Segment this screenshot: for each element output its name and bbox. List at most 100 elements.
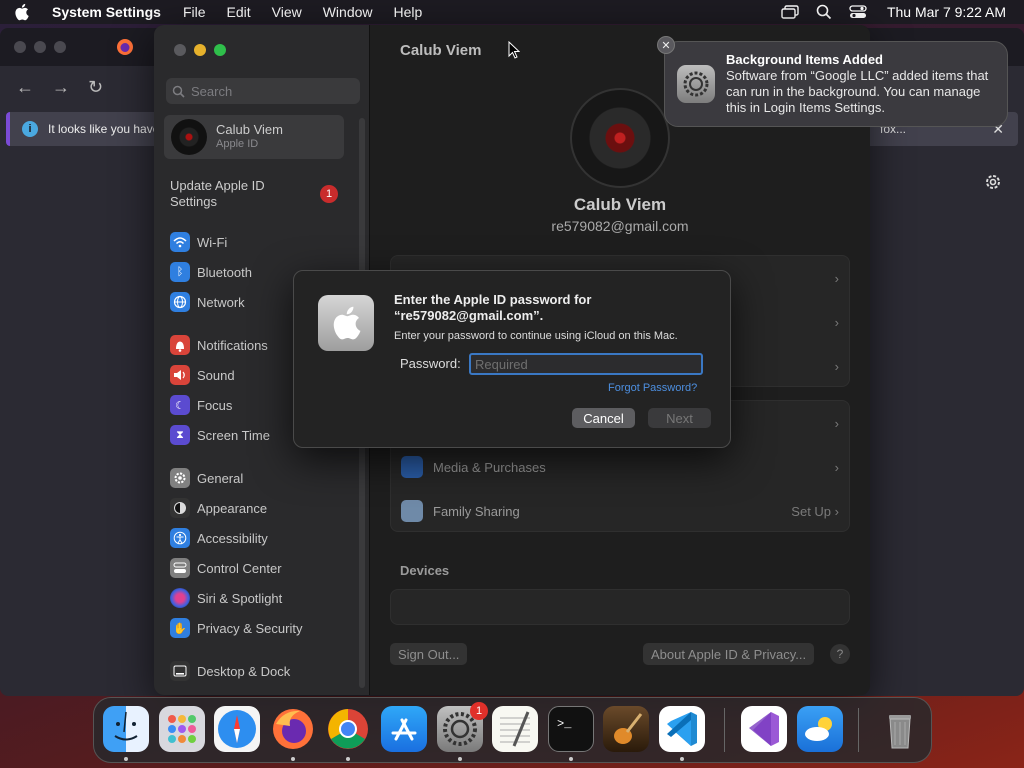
sidebar-item-siri-spotlight[interactable]: Siri & Spotlight xyxy=(170,587,282,609)
appearance-icon xyxy=(170,498,190,518)
finder-icon[interactable] xyxy=(103,706,149,752)
notification-badge: 1 xyxy=(470,702,488,720)
sidebar-item-control-center[interactable]: Control Center xyxy=(170,557,282,579)
minimize-button[interactable] xyxy=(194,44,206,56)
menu-file[interactable]: File xyxy=(183,4,206,20)
terminal-icon[interactable]: >_ xyxy=(548,706,594,752)
globe-icon xyxy=(170,292,190,312)
sidebar-item-label: Appearance xyxy=(197,500,268,516)
apple-menu-icon[interactable] xyxy=(12,3,30,21)
sidebar-item-label: Privacy & Security xyxy=(197,620,303,636)
forward-arrow-icon[interactable]: → xyxy=(52,78,70,96)
menu-bar: System Settings File Edit View Window He… xyxy=(0,0,1024,24)
sidebar-item-wifi[interactable]: Wi-Fi xyxy=(170,231,227,253)
speaker-icon xyxy=(170,365,190,385)
notification-close-icon[interactable]: ✕ xyxy=(657,36,675,54)
cancel-button[interactable]: Cancel xyxy=(572,408,635,428)
password-label: Password: xyxy=(400,356,461,371)
gear-icon[interactable] xyxy=(984,173,1002,191)
row-label: Media & Purchases xyxy=(433,459,546,475)
dock-separator xyxy=(858,708,859,752)
menu-window[interactable]: Window xyxy=(323,4,373,20)
close-button[interactable] xyxy=(174,44,186,56)
weather-icon[interactable] xyxy=(797,706,843,752)
sidebar-item-focus[interactable]: ☾ Focus xyxy=(170,394,232,416)
profile-avatar[interactable] xyxy=(570,88,670,188)
chrome-icon[interactable] xyxy=(325,706,371,752)
notice-text: It looks like you have xyxy=(48,122,160,136)
sidebar-item-label: Wi-Fi xyxy=(197,234,228,250)
running-indicator xyxy=(346,757,350,761)
visual-studio-icon[interactable] xyxy=(741,706,787,752)
help-button[interactable]: ? xyxy=(830,644,850,664)
dialog-title: Enter the Apple ID password for “re57908… xyxy=(394,292,592,323)
window-controls[interactable] xyxy=(174,44,226,56)
media-purchases-row[interactable]: Media & Purchases › xyxy=(391,445,851,489)
system-settings-icon xyxy=(677,65,715,103)
sidebar-item-label: Screen Time xyxy=(197,427,270,443)
trash-icon[interactable] xyxy=(877,706,923,752)
sidebar-item-label: General xyxy=(197,470,244,486)
background-items-notification[interactable]: ✕ Background Items Added Software from “… xyxy=(657,36,1008,127)
sidebar-update-apple-id[interactable]: Update Apple ID Settings xyxy=(170,178,280,210)
svg-text:>_: >_ xyxy=(557,717,572,731)
password-field[interactable] xyxy=(469,353,703,375)
sidebar-item-label: Sound xyxy=(197,367,235,383)
zoom-button[interactable] xyxy=(214,44,226,56)
screen-mirroring-icon[interactable] xyxy=(781,4,799,20)
family-sharing-row[interactable]: Family Sharing Set Up › xyxy=(391,489,851,533)
forgot-password-link[interactable]: Forgot Password? xyxy=(608,382,697,394)
page-title: Calub Viem xyxy=(400,42,482,59)
browser-window-controls[interactable] xyxy=(14,41,66,53)
devices-heading: Devices xyxy=(400,563,450,578)
bluetooth-icon: ᛒ xyxy=(170,262,190,282)
sidebar-item-desktop-dock[interactable]: Desktop & Dock xyxy=(170,660,290,682)
sidebar-item-appearance[interactable]: Appearance xyxy=(170,497,267,519)
spotlight-search-icon[interactable] xyxy=(815,4,833,20)
about-apple-id-button[interactable]: About Apple ID & Privacy... xyxy=(643,643,815,665)
chevron-right-icon: › xyxy=(834,270,839,286)
launchpad-icon[interactable] xyxy=(159,706,205,752)
vscode-icon[interactable] xyxy=(659,706,705,752)
garageband-icon[interactable] xyxy=(603,706,649,752)
sidebar-item-sound[interactable]: Sound xyxy=(170,364,235,386)
running-indicator xyxy=(124,757,128,761)
moon-icon: ☾ xyxy=(170,395,190,415)
app-store-icon[interactable] xyxy=(381,706,427,752)
safari-icon[interactable] xyxy=(214,706,260,752)
chevron-right-icon: › xyxy=(834,415,839,431)
account-name: Calub Viem xyxy=(216,122,283,137)
control-center-icon[interactable] xyxy=(849,4,867,20)
sidebar-item-bluetooth[interactable]: ᛒ Bluetooth xyxy=(170,261,252,283)
next-button[interactable]: Next xyxy=(648,408,711,428)
sidebar-item-label: Network xyxy=(197,294,245,310)
running-indicator xyxy=(569,757,573,761)
menu-app-name[interactable]: System Settings xyxy=(52,4,161,20)
firefox-tab-icon[interactable] xyxy=(116,38,134,56)
sidebar-search[interactable]: Search xyxy=(166,78,360,104)
update-badge: 1 xyxy=(320,185,338,203)
menu-clock[interactable]: Thu Mar 7 9:22 AM xyxy=(887,4,1006,20)
sidebar-item-privacy-security[interactable]: ✋ Privacy & Security xyxy=(170,617,302,639)
search-icon xyxy=(172,85,185,98)
sidebar-item-notifications[interactable]: Notifications xyxy=(170,334,268,356)
hourglass-icon: ⧗ xyxy=(170,425,190,445)
mouse-cursor-icon xyxy=(508,40,521,62)
sidebar-item-general[interactable]: General xyxy=(170,467,243,489)
menu-help[interactable]: Help xyxy=(394,4,423,20)
menu-edit[interactable]: Edit xyxy=(227,4,251,20)
sidebar-item-network[interactable]: Network xyxy=(170,291,245,313)
sidebar-item-accessibility[interactable]: Accessibility xyxy=(170,527,268,549)
sidebar-item-label: Focus xyxy=(197,397,233,413)
firefox-icon[interactable] xyxy=(270,706,316,752)
gear-icon xyxy=(170,468,190,488)
back-arrow-icon[interactable]: ← xyxy=(16,78,34,96)
family-setup-action: Set Up › xyxy=(791,503,839,519)
sign-out-button[interactable]: Sign Out... xyxy=(390,643,468,665)
sidebar-apple-id-account[interactable]: Calub Viem Apple ID xyxy=(164,115,344,159)
reload-icon[interactable]: ↻ xyxy=(88,78,106,96)
dock-icon xyxy=(170,661,190,681)
menu-view[interactable]: View xyxy=(272,4,302,20)
sidebar-item-screen-time[interactable]: ⧗ Screen Time xyxy=(170,424,270,446)
textedit-icon[interactable] xyxy=(492,706,538,752)
